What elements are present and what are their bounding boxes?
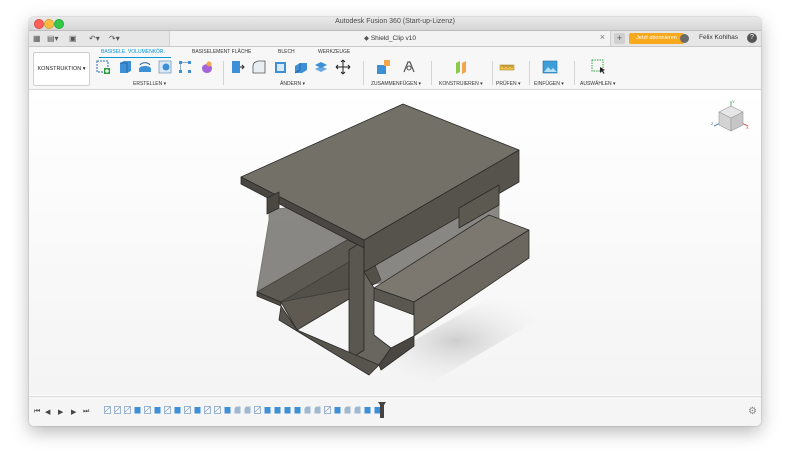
timeline-prev-button[interactable]: ◀ [45,408,50,416]
document-cube-icon: ◆ [364,35,371,42]
workspace-switcher[interactable]: KONSTRUKTION ▾ [33,52,90,86]
toolbar-divider [529,61,530,85]
insert-image-icon[interactable] [542,59,558,75]
form-icon[interactable] [199,59,215,75]
timeline-bar: ⏮ ◀ ▶ ▶ ⏭ ⚙ [29,396,761,426]
move-copy-icon[interactable] [335,59,351,75]
inspect-group-menu[interactable]: PRÜFEN ▾ [496,81,520,87]
close-document-icon[interactable]: × [600,32,605,42]
timeline-next-button[interactable]: ▶ [71,408,76,416]
modify-group-menu[interactable]: ÄNDERN ▾ [280,81,305,87]
tab-solid[interactable]: BASISELE. VOLUMENKÖR. [101,49,165,55]
revolve-icon[interactable] [137,59,153,75]
extrude-icon[interactable] [117,59,133,75]
insert-group-menu[interactable]: EINFÜGEN ▾ [534,81,564,87]
toolbar-divider [431,61,432,85]
x-axis-label: X [746,125,749,130]
app-window: Autodesk Fusion 360 (Start-up-Lizenz) ▦ … [29,17,761,426]
fillet-icon[interactable] [251,59,267,75]
toolbar-divider [363,61,364,85]
assemble-group-menu[interactable]: ZUSAMMENFÜGEN ▾ [371,81,421,87]
press-pull-icon[interactable] [229,59,245,75]
timeline-feature-extrude-icon[interactable] [364,406,371,414]
timeline-feature-fillet-icon[interactable] [354,406,361,414]
tab-surface[interactable]: BASISELEMENT FLÄCHE [192,49,251,55]
timeline-feature-extrude-icon[interactable] [154,406,161,414]
title-bar: Autodesk Fusion 360 (Start-up-Lizenz) [29,17,761,31]
active-tab-indicator [99,57,171,58]
quick-access-bar: ▦ ▤▾ ▣ ↶▾ ↷▾ ◆ Shield_Clip v10 × + Jetzt… [29,31,761,47]
combine-icon[interactable] [293,59,309,75]
timeline-feature-sketch-icon[interactable] [324,406,331,414]
select-group-menu[interactable]: AUSWÄHLEN ▾ [580,81,616,87]
redo-icon[interactable]: ↷▾ [109,33,120,44]
timeline-feature-sketch-icon[interactable] [164,406,171,414]
timeline-feature-extrude-icon[interactable] [194,406,201,414]
timeline-feature-extrude-icon[interactable] [264,406,271,414]
timeline-feature-fillet-icon[interactable] [344,406,351,414]
undo-icon[interactable]: ↶▾ [89,33,100,44]
select-icon[interactable] [591,59,607,75]
tab-sheet-metal[interactable]: BLECH [278,49,295,55]
timeline-settings-icon[interactable]: ⚙ [748,406,757,417]
tab-tools[interactable]: WERKZEUGE [318,49,350,55]
ribbon-toolbar: KONSTRUKTION ▾ BASISELE. VOLUMENKÖR. BAS… [29,47,761,90]
pattern-icon[interactable] [177,59,193,75]
timeline-feature-extrude-icon[interactable] [334,406,341,414]
document-tab[interactable]: ◆ Shield_Clip v10 × [169,31,611,46]
timeline-feature-extrude-icon[interactable] [274,406,281,414]
timeline-feature-sketch-icon[interactable] [204,406,211,414]
timeline-feature-extrude-icon[interactable] [284,406,291,414]
save-icon[interactable]: ▣ [69,33,77,44]
split-body-icon[interactable] [313,59,329,75]
timeline-feature-fillet-icon[interactable] [304,406,311,414]
timeline-feature-sketch-icon[interactable] [114,406,121,414]
timeline-feature-fillet-icon[interactable] [244,406,251,414]
job-status-icon[interactable] [680,34,689,43]
create-group-menu[interactable]: ERSTELLEN ▾ [133,81,166,87]
model-canvas[interactable] [29,90,761,395]
sweep-icon[interactable] [157,59,173,75]
z-axis-label: Z [711,121,714,126]
data-panel-grid-icon[interactable]: ▦ [33,33,41,44]
timeline-feature-sketch-icon[interactable] [124,406,131,414]
timeline-last-button[interactable]: ⏭ [83,408,89,416]
document-title: ◆ Shield_Clip v10 [364,35,416,42]
toolbar-divider [492,61,493,85]
timeline-feature-fillet-icon[interactable] [314,406,321,414]
timeline-feature-sketch-icon[interactable] [254,406,261,414]
file-menu-icon[interactable]: ▤▾ [47,33,59,44]
timeline-feature-extrude-icon[interactable] [174,406,181,414]
offset-plane-icon[interactable] [453,59,469,75]
viewcube[interactable]: Y X Z [710,98,750,138]
construct-group-menu[interactable]: KONSTRUIEREN ▾ [439,81,483,87]
toolbar-divider [223,61,224,85]
canvas-viewport[interactable]: Y X Z [29,90,761,395]
timeline-feature-sketch-icon[interactable] [184,406,191,414]
user-account[interactable]: Felix Kohlhas [699,34,738,41]
y-axis-label: Y [732,99,735,104]
timeline-marker[interactable] [378,402,386,418]
timeline-feature-extrude-icon[interactable] [224,406,231,414]
timeline-feature-sketch-icon[interactable] [144,406,151,414]
timeline-feature-fillet-icon[interactable] [234,406,241,414]
toolbar-divider [574,61,575,85]
subscribe-button[interactable]: Jetzt abonnieren [629,33,684,44]
help-icon[interactable]: ? [747,33,757,43]
create-sketch-icon[interactable] [95,59,111,75]
timeline-feature-extrude-icon[interactable] [294,406,301,414]
timeline-play-button[interactable]: ▶ [58,408,63,416]
timeline-feature-sketch-icon[interactable] [104,406,111,414]
timeline-feature-extrude-icon[interactable] [134,406,141,414]
shell-icon[interactable] [273,59,289,75]
new-tab-button[interactable]: + [614,33,625,44]
new-component-icon[interactable] [375,59,391,75]
measure-icon[interactable] [499,59,515,75]
window-title: Autodesk Fusion 360 (Start-up-Lizenz) [335,18,455,25]
timeline-first-button[interactable]: ⏮ [34,408,40,416]
timeline-feature-sketch-icon[interactable] [214,406,221,414]
joint-icon[interactable] [401,59,417,75]
